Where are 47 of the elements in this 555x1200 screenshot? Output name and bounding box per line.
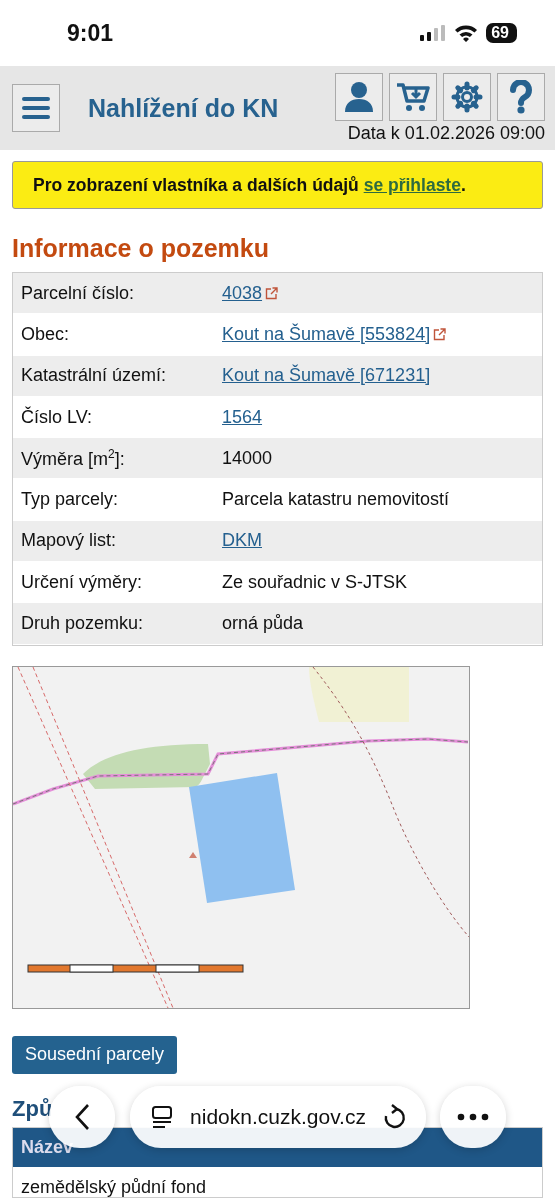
field-link[interactable]: 1564 <box>222 406 263 428</box>
field-link[interactable]: DKM <box>222 530 262 552</box>
field-value: Parcela katastru nemovitostí <box>222 489 450 511</box>
field-label: Typ parcely: <box>21 489 119 511</box>
help-icon <box>509 79 533 114</box>
cart-icon <box>396 81 430 112</box>
menu-button[interactable] <box>12 84 60 132</box>
field-label: Katastrální území: <box>21 365 167 387</box>
field-label: Číslo LV: <box>21 406 93 428</box>
external-link-icon <box>433 327 447 341</box>
chevron-left-icon <box>74 1103 90 1131</box>
data-date: Data k 01.02.2026 09:00 <box>347 122 545 144</box>
address-bar[interactable]: nidokn.cuzk.gov.cz <box>130 1086 426 1148</box>
field-link[interactable]: Kout na Šumavě [553824] <box>222 323 431 345</box>
reload-icon[interactable] <box>382 1104 406 1130</box>
field-label: Obec: <box>21 323 70 345</box>
field-value: orná půda <box>222 613 304 634</box>
field-label: Parcelní číslo: <box>21 282 135 304</box>
settings-icon <box>451 80 483 113</box>
app-title: Nahlížení do KN <box>88 93 280 123</box>
user-icon <box>344 80 374 113</box>
field-link[interactable]: 4038 <box>222 282 263 304</box>
field-label: Mapový list: <box>21 530 117 552</box>
table-cell: zemědělský půdní fond <box>21 1176 207 1197</box>
reader-icon[interactable] <box>150 1105 174 1129</box>
more-icon <box>457 1113 489 1121</box>
help-button[interactable] <box>497 72 545 121</box>
battery-level: 69 <box>486 23 517 43</box>
clock-time: 9:01 <box>67 19 114 47</box>
login-link[interactable]: se přihlaste <box>363 175 461 195</box>
external-link-icon <box>265 286 279 300</box>
login-notice: Pro zobrazení vlastníka a dalších údajů se přihlaste. <box>12 161 543 209</box>
user-button[interactable] <box>335 72 383 121</box>
field-label: Určení výměry: <box>21 571 143 593</box>
section-title: Informace o pozemku <box>12 234 270 263</box>
menu-icon <box>22 96 50 120</box>
more-button[interactable] <box>440 1086 506 1148</box>
field-value: Ze souřadnic v S-JTSK <box>222 571 408 593</box>
settings-button[interactable] <box>443 72 491 121</box>
field-label: Výměra [m$^{2}$]: <box>21 446 125 470</box>
field-label: Druh pozemku: <box>21 613 144 634</box>
field-value: 14000 <box>222 447 273 469</box>
signal-icon <box>420 25 447 41</box>
neighbor-parcels-button[interactable]: Sousední parcely <box>12 1035 178 1074</box>
section-title: Způ <box>12 1095 53 1122</box>
wifi-icon <box>454 24 479 42</box>
cart-button[interactable] <box>389 72 437 121</box>
